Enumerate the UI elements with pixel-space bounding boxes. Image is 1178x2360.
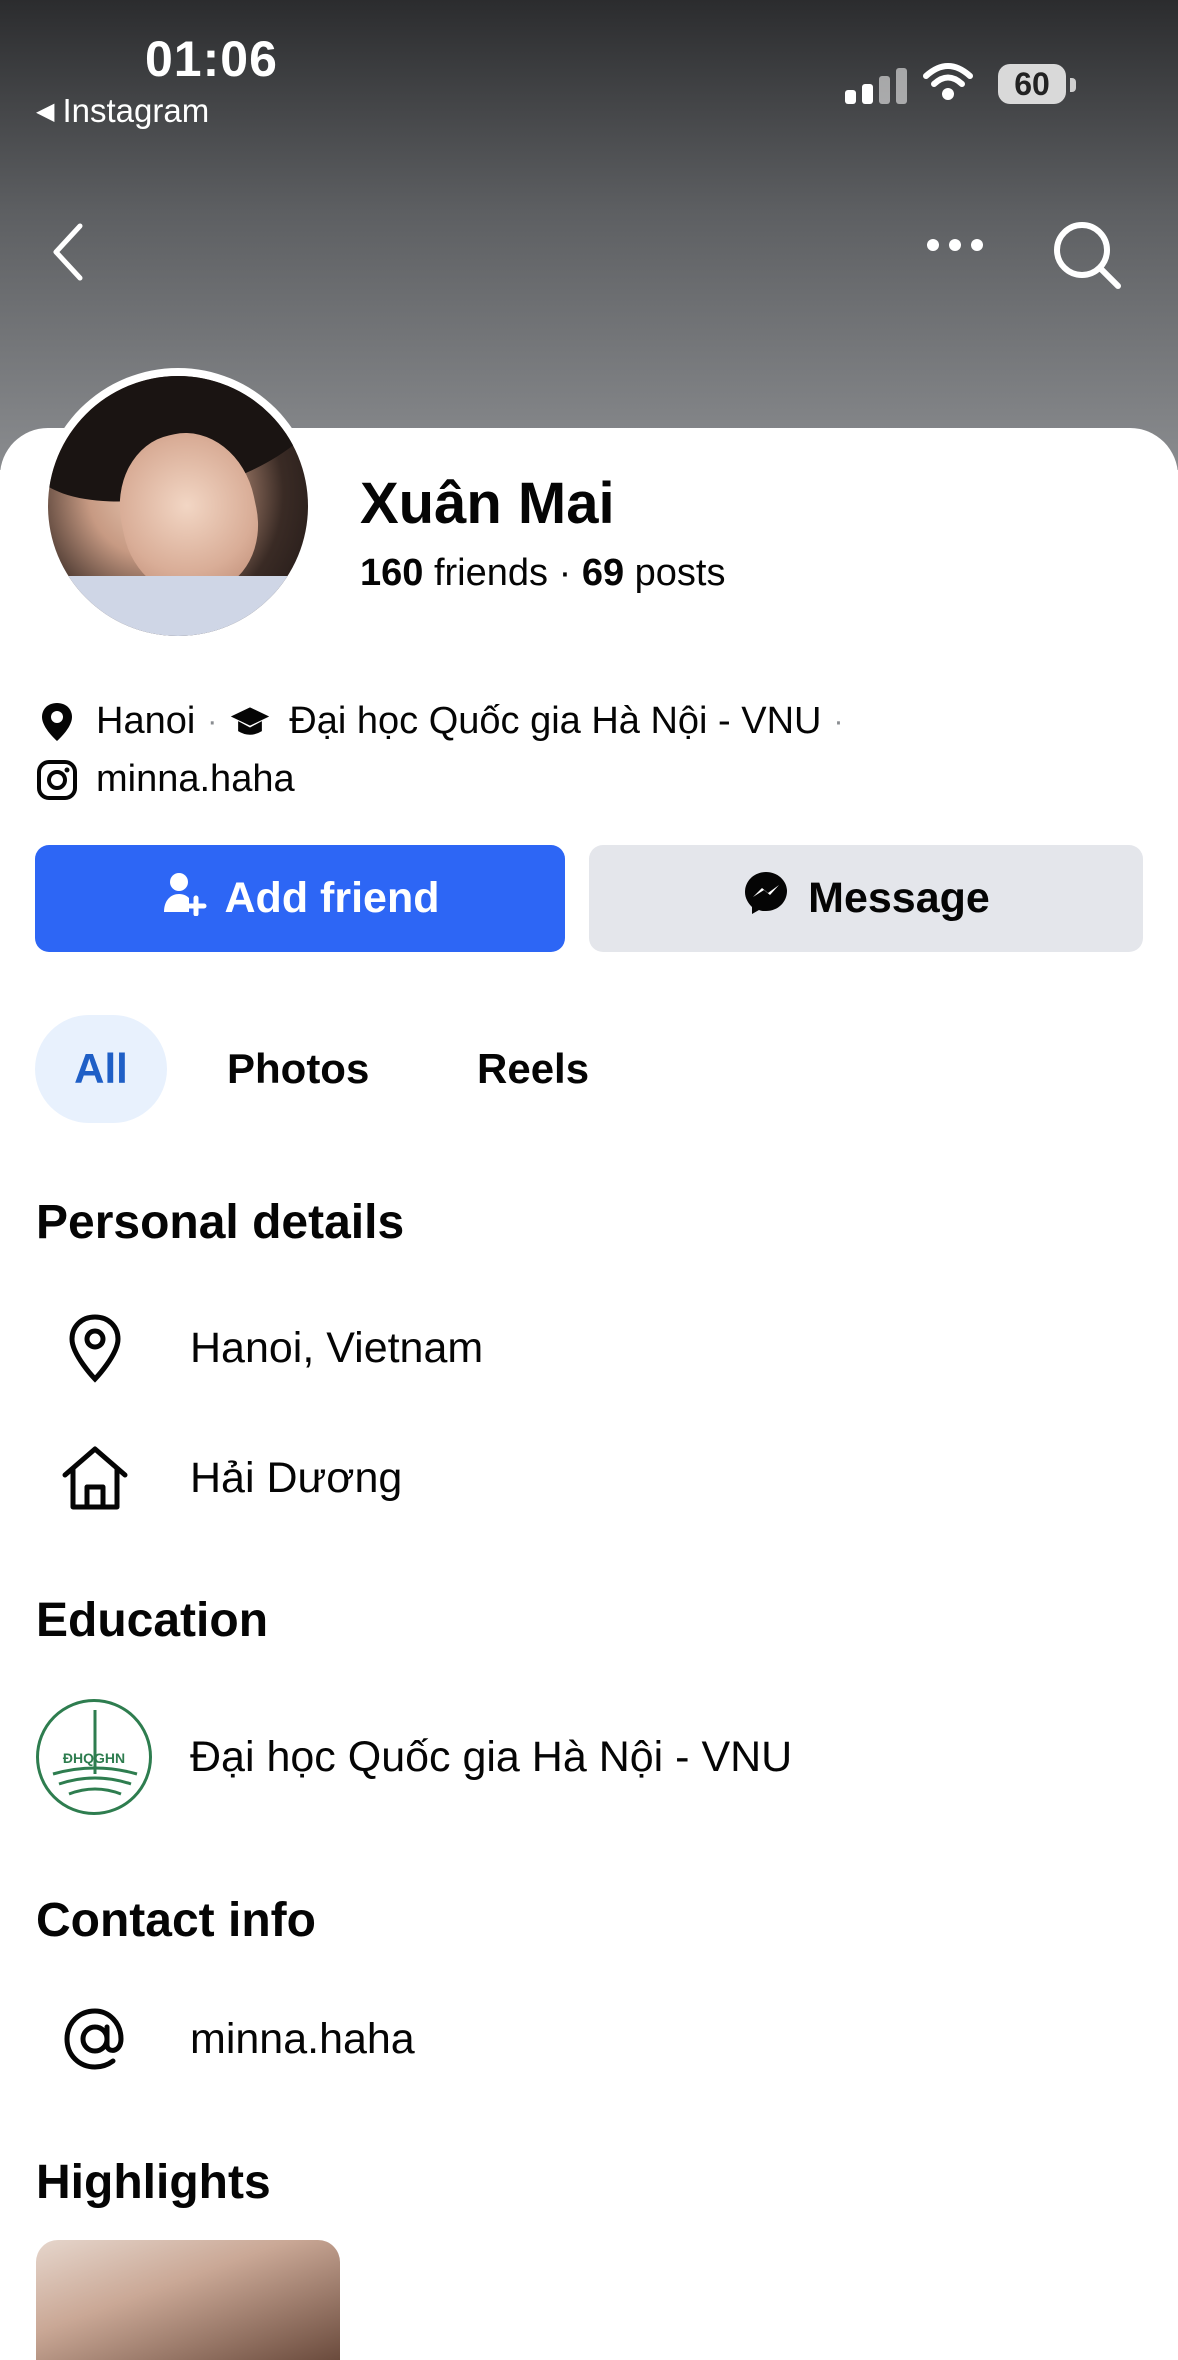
avatar-photo — [48, 376, 308, 636]
chevron-left-icon — [53, 223, 83, 281]
profile-stats: 160 friends · 69 posts — [360, 552, 725, 595]
battery-indicator: 60 — [998, 64, 1066, 104]
message-label: Message — [808, 874, 990, 922]
school-text: Đại học Quốc gia Hà Nội - VNU — [190, 1732, 793, 1781]
intro-instagram-line[interactable]: minna.haha — [36, 758, 295, 801]
message-button[interactable]: Message — [589, 845, 1143, 952]
intro-instagram[interactable]: minna.haha — [96, 758, 295, 801]
contact-info-heading: Contact info — [36, 1894, 316, 1947]
tab-photos[interactable]: Photos — [227, 1015, 369, 1123]
tab-reels[interactable]: Reels — [477, 1015, 589, 1123]
hometown-row[interactable]: Hải Dương — [0, 1438, 1178, 1518]
battery-cap — [1070, 78, 1076, 92]
intro-line: Hanoi · Đại học Quốc gia Hà Nội - VNU · — [36, 700, 856, 743]
search-button[interactable] — [1050, 218, 1124, 297]
back-app-label: Instagram — [62, 92, 210, 129]
back-to-app-link[interactable]: ◀ Instagram — [36, 92, 209, 130]
add-person-icon — [161, 870, 207, 927]
highlight-card[interactable] — [36, 2240, 340, 2360]
location-text: Hanoi, Vietnam — [190, 1323, 484, 1372]
vnu-logo: ĐHQGHN — [36, 1699, 152, 1815]
back-button[interactable] — [48, 220, 88, 289]
friends-label[interactable]: friends — [434, 552, 548, 594]
posts-label: posts — [634, 552, 726, 594]
location-pin-icon — [36, 701, 78, 743]
contact-instagram-text: minna.haha — [190, 2014, 415, 2063]
vnu-logo-text: ĐHQGHN — [62, 1750, 126, 1766]
location-row[interactable]: Hanoi, Vietnam — [0, 1308, 1178, 1388]
location-outline-icon — [0, 1313, 190, 1383]
back-triangle-icon: ◀ — [36, 97, 55, 125]
wifi-icon — [922, 62, 974, 107]
cellular-signal-icon — [845, 68, 907, 104]
stats-separator: · — [558, 552, 572, 594]
instagram-icon — [36, 759, 78, 801]
highlights-heading: Highlights — [36, 2156, 271, 2209]
tab-all[interactable]: All — [35, 1015, 167, 1123]
search-icon — [1054, 222, 1121, 289]
profile-name: Xuân Mai — [360, 471, 615, 536]
more-options-button[interactable] — [925, 235, 985, 260]
friends-count[interactable]: 160 — [360, 552, 423, 594]
contact-instagram-row[interactable]: minna.haha — [0, 1999, 1178, 2079]
education-row[interactable]: ĐHQGHN Đại học Quốc gia Hà Nội - VNU — [0, 1697, 1178, 1817]
hometown-text: Hải Dương — [190, 1453, 403, 1502]
home-icon — [0, 1443, 190, 1513]
at-sign-icon — [0, 2003, 190, 2075]
intro-city: Hanoi — [96, 700, 196, 742]
profile-avatar[interactable] — [40, 368, 316, 644]
intro-school[interactable]: Đại học Quốc gia Hà Nội - VNU — [289, 700, 821, 743]
personal-details-heading: Personal details — [36, 1196, 405, 1249]
posts-count: 69 — [581, 552, 625, 594]
more-dots-icon — [927, 239, 983, 251]
messenger-icon — [742, 869, 790, 928]
add-friend-label: Add friend — [224, 874, 440, 922]
add-friend-button[interactable]: Add friend — [35, 845, 565, 952]
graduation-cap-icon — [229, 701, 271, 743]
education-heading: Education — [36, 1594, 269, 1647]
status-time: 01:06 — [145, 31, 278, 87]
